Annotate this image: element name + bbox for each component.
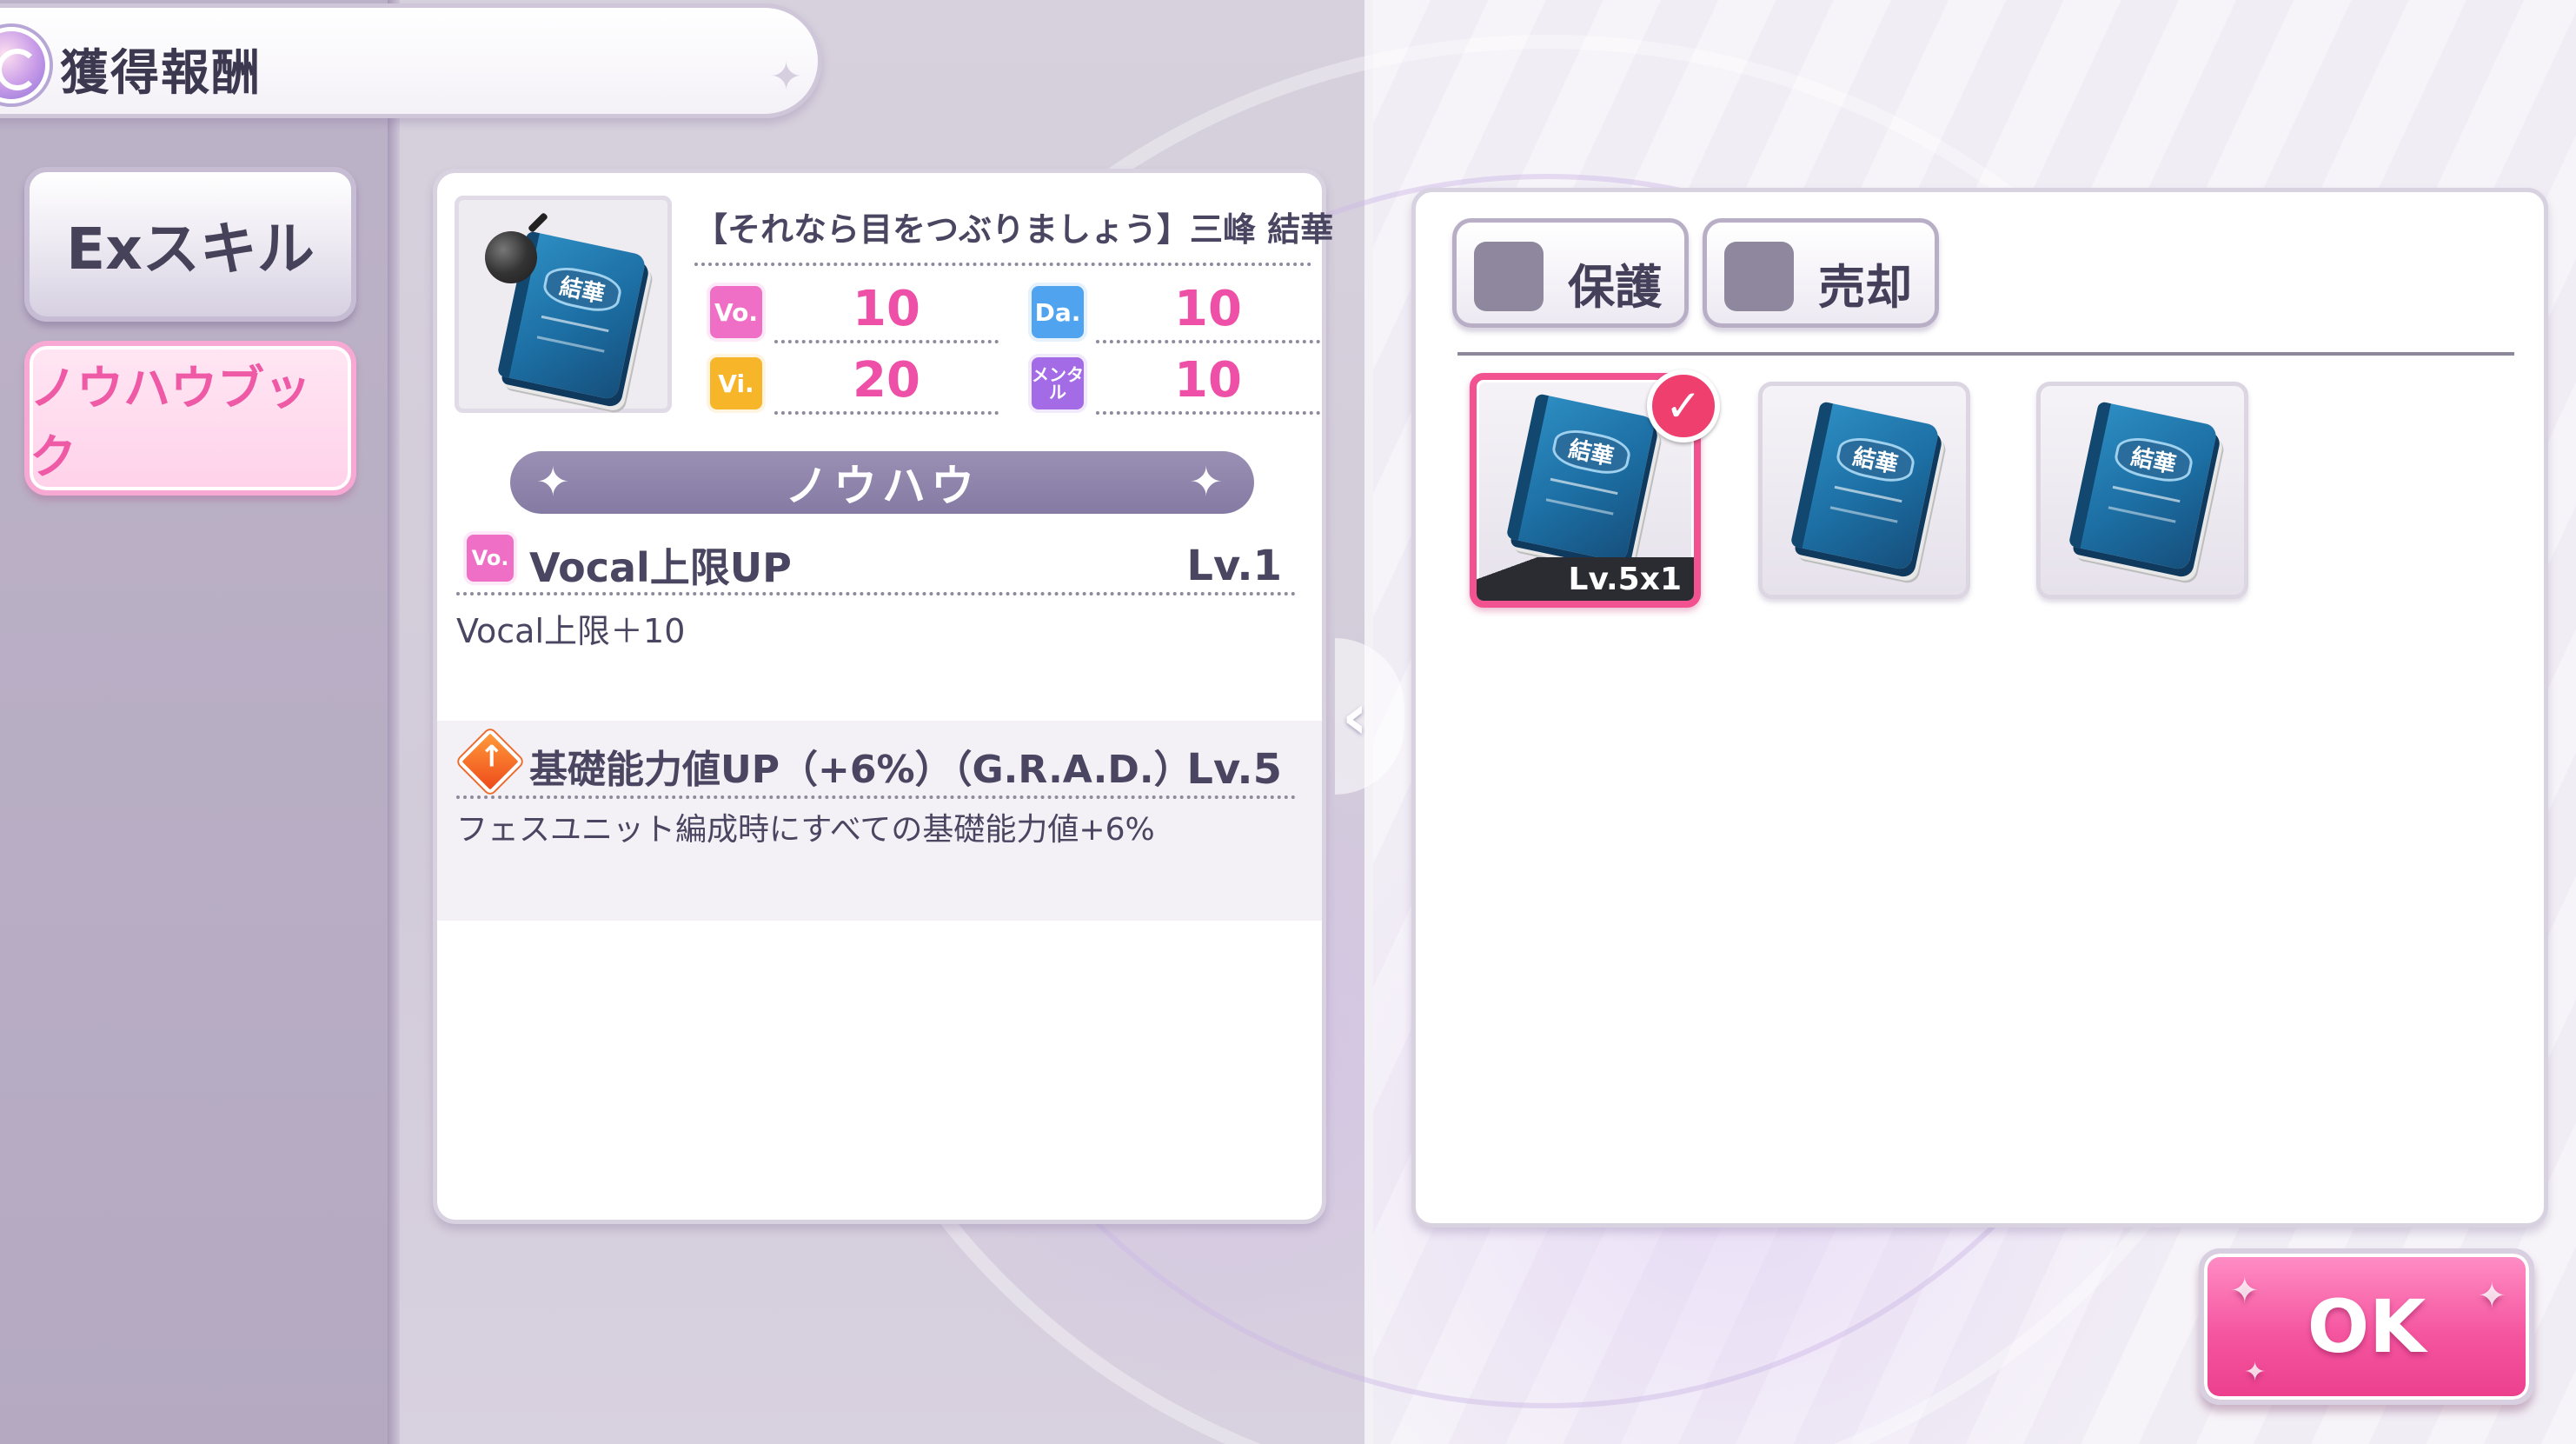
sparkle-icon: ✦ bbox=[2244, 1357, 2267, 1387]
protect-label: 保護 bbox=[1568, 260, 1662, 315]
ok-label: OK bbox=[2307, 1284, 2427, 1369]
sparkle-icon: ✦ bbox=[1189, 458, 1228, 505]
visual-value: 20 bbox=[774, 350, 999, 415]
skill-level: Lv.5 bbox=[1186, 745, 1282, 794]
vocal-badge: Vo. bbox=[707, 283, 766, 342]
tab-ex-skill[interactable]: Exスキル bbox=[24, 167, 356, 322]
book-decoration bbox=[2108, 485, 2181, 523]
book-item[interactable]: 結華 bbox=[1758, 382, 1970, 599]
item-title: 【それなら目をつぶりましょう】三峰 結華 bbox=[694, 203, 1333, 266]
skill-name: 基礎能力値UP（+6%）（G.R.A.D.） bbox=[529, 748, 1192, 792]
item-list-panel: 保護 売却 結華 Lv.5x1 ✓ 結華 結華 bbox=[1411, 188, 2548, 1228]
skill-level: Lv.1 bbox=[1186, 542, 1282, 590]
section-label: ノウハウ bbox=[785, 461, 979, 511]
book-label: 結華 bbox=[540, 262, 625, 316]
sparkle-icon: ✦ bbox=[536, 458, 575, 505]
up-arrow-diamond-icon bbox=[456, 728, 524, 795]
book-decoration bbox=[1546, 477, 1618, 516]
spiral-emblem-icon bbox=[0, 27, 50, 103]
checkbox[interactable] bbox=[1474, 242, 1544, 311]
ok-button[interactable]: ✦ OK ✦ ✦ bbox=[2199, 1248, 2534, 1405]
book-label: 結華 bbox=[2111, 432, 2196, 487]
level-count: Lv.5x1 bbox=[1568, 562, 1682, 597]
checkbox[interactable] bbox=[1724, 242, 1794, 311]
book-decoration bbox=[537, 315, 609, 353]
skill-name: Vocal上限UP bbox=[529, 544, 792, 591]
vocal-value: 10 bbox=[774, 279, 999, 343]
knowhow-book-icon: 結華 bbox=[1789, 401, 1941, 571]
sparkle-icon: ✦ bbox=[2477, 1276, 2506, 1316]
dance-badge: Da. bbox=[1028, 283, 1087, 342]
book-label: 結華 bbox=[1833, 432, 1918, 487]
skill-row-grad: 基礎能力値UP（+6%）（G.R.A.D.） Lv.5 bbox=[456, 728, 1296, 799]
mental-value: 10 bbox=[1096, 350, 1320, 415]
visual-badge: Vi. bbox=[707, 354, 766, 413]
dance-value: 10 bbox=[1096, 279, 1320, 343]
book-item-selected[interactable]: 結華 Lv.5x1 ✓ bbox=[1470, 369, 1720, 608]
item-thumbnail: 結華 bbox=[455, 196, 672, 413]
knowhow-book-icon: 結華 bbox=[1505, 393, 1656, 563]
book-item[interactable]: 結華 bbox=[2036, 382, 2248, 599]
divider bbox=[1457, 352, 2514, 356]
bomb-icon bbox=[485, 231, 537, 283]
sparkle-icon: ✦ bbox=[2230, 1271, 2260, 1311]
book-decoration bbox=[1830, 485, 1902, 523]
sell-toggle[interactable]: 売却 bbox=[1703, 218, 1939, 328]
book-label: 結華 bbox=[1549, 424, 1634, 479]
tab-knowhow-book[interactable]: ノウハウブック bbox=[24, 341, 356, 496]
knowhow-section-header: ✦ ノウハウ ✦ bbox=[510, 451, 1254, 514]
page-title: 獲得報酬 bbox=[60, 45, 262, 102]
mental-badge: メンタル bbox=[1028, 354, 1087, 413]
vocal-badge: Vo. bbox=[463, 531, 517, 585]
check-icon: ✓ bbox=[1647, 369, 1720, 443]
skill-description: フェスユニット編成時にすべての基礎能力値+6% bbox=[456, 812, 1155, 848]
level-strip: Lv.5x1 bbox=[1477, 557, 1694, 601]
title-banner: 獲得報酬 ✦ bbox=[0, 3, 822, 118]
chevron-left-icon: ‹ bbox=[1342, 680, 1368, 753]
knowhow-book-icon: 結華 bbox=[2068, 401, 2219, 571]
sparkle-icon: ✦ bbox=[770, 55, 802, 99]
skill-row-vocal: Vo. Vocal上限UP Lv.1 bbox=[456, 531, 1296, 596]
sell-label: 売却 bbox=[1818, 260, 1912, 315]
item-detail-panel: 結華 【それなら目をつぶりましょう】三峰 結華 Vo. 10 Da. 10 Vi… bbox=[433, 169, 1333, 1224]
skill-description: Vocal上限＋10 bbox=[456, 612, 686, 650]
protect-toggle[interactable]: 保護 bbox=[1452, 218, 1689, 328]
